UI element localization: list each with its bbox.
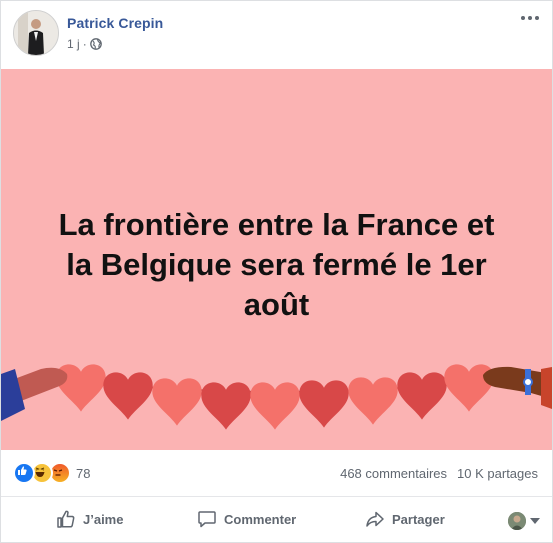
- user-avatar: [508, 512, 526, 530]
- comment-icon: [198, 511, 216, 528]
- comment-label: Commenter: [224, 511, 297, 527]
- post-actions: J’aime Commenter Partager: [1, 497, 552, 541]
- post-stats: 78 468 commentaires 10 K partages: [1, 450, 552, 497]
- post-meta: 1 j ·: [67, 37, 102, 51]
- post-time[interactable]: 1 j: [67, 37, 80, 51]
- author-avatar[interactable]: [13, 10, 59, 56]
- post-banner: La frontière entre la France et la Belgi…: [1, 69, 552, 450]
- reactions-count[interactable]: 78: [76, 466, 90, 481]
- comment-button[interactable]: Commenter: [197, 509, 296, 529]
- banner-text: La frontière entre la France et la Belgi…: [58, 207, 495, 322]
- share-icon: [366, 511, 384, 527]
- like-button[interactable]: J’aime: [56, 509, 123, 529]
- globe-icon[interactable]: [89, 38, 102, 50]
- like-label: J’aime: [83, 511, 124, 527]
- shares-count[interactable]: 10 K partages: [457, 466, 538, 481]
- chevron-down-icon: [530, 518, 540, 524]
- reaction-as-selector[interactable]: [508, 512, 540, 530]
- reactions-summary[interactable]: 78: [13, 462, 90, 484]
- thumbs-up-icon: [57, 510, 75, 528]
- comments-count[interactable]: 468 commentaires: [340, 466, 447, 481]
- author-name[interactable]: Patrick Crepin: [67, 15, 163, 31]
- share-label: Partager: [392, 511, 445, 527]
- share-button[interactable]: Partager: [365, 509, 445, 529]
- more-options-icon[interactable]: [518, 11, 542, 25]
- engagement-counts: 468 commentaires 10 K partages: [340, 466, 538, 481]
- meta-separator: ·: [82, 37, 87, 51]
- facebook-post: Patrick Crepin 1 j · La frontière entre …: [0, 0, 553, 543]
- like-icon: [13, 462, 35, 484]
